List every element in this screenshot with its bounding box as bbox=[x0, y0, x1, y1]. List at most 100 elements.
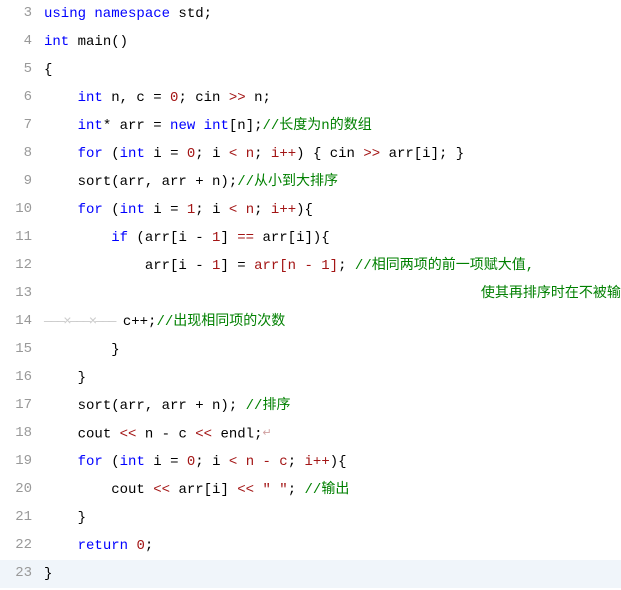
token: ] bbox=[220, 230, 237, 246]
code-line: 7 int* arr = new int[n];//长度为n的数组 bbox=[0, 112, 621, 140]
token: << bbox=[153, 482, 170, 498]
token: < n - c bbox=[229, 454, 288, 470]
code-line: 5{ bbox=[0, 56, 621, 84]
token: * arr = bbox=[103, 118, 170, 134]
code-content: for (int i = 1; i < n; i++){ bbox=[40, 196, 621, 219]
token: arr[n - 1] bbox=[254, 258, 338, 274]
token: int bbox=[78, 90, 103, 106]
token: std; bbox=[170, 6, 212, 22]
token: ) { cin bbox=[296, 146, 363, 162]
code-content: } bbox=[40, 364, 621, 387]
line-number: 22 bbox=[0, 532, 40, 553]
code-content: return 0; bbox=[40, 532, 621, 555]
token: int bbox=[120, 202, 145, 218]
token: (arr[i - bbox=[128, 230, 212, 246]
token: int bbox=[44, 34, 69, 50]
token: i = bbox=[145, 454, 187, 470]
line-number: 19 bbox=[0, 448, 40, 469]
code-content: sort(arr, arr + n);//从小到大排序 bbox=[40, 168, 621, 191]
code-content: int main() bbox=[40, 28, 621, 51]
code-content: ———×———×——— c++;//出现相同项的次数 bbox=[40, 308, 621, 331]
code-line: 23} bbox=[0, 560, 621, 588]
token: int bbox=[120, 454, 145, 470]
token: arr[i] bbox=[170, 482, 237, 498]
code-line: 18 cout << n - c << endl;↵ bbox=[0, 420, 621, 448]
line-number: 16 bbox=[0, 364, 40, 385]
token: for bbox=[78, 202, 103, 218]
token: //从小到大排序 bbox=[237, 174, 338, 190]
code-content: sort(arr, arr + n); //排序 bbox=[40, 392, 621, 415]
token: ; i bbox=[195, 146, 229, 162]
token: ; cin bbox=[178, 90, 228, 106]
token: //出现相同项的次数 bbox=[156, 314, 285, 330]
token: ; bbox=[288, 454, 305, 470]
code-line: 12 arr[i - 1] = arr[n - 1]; //相同两项的前一项赋大… bbox=[0, 252, 621, 280]
code-line: 19 for (int i = 0; i < n - c; i++){ bbox=[0, 448, 621, 476]
code-line: 15 } bbox=[0, 336, 621, 364]
code-content: arr[i - 1] = arr[n - 1]; //相同两项的前一项赋大值, bbox=[40, 252, 621, 275]
code-content: int* arr = new int[n];//长度为n的数组 bbox=[40, 112, 621, 135]
token: } bbox=[111, 342, 119, 358]
code-content: for (int i = 0; i < n; i++) { cin >> arr… bbox=[40, 140, 621, 163]
token: ; bbox=[254, 146, 271, 162]
line-number: 6 bbox=[0, 84, 40, 105]
code-content: for (int i = 0; i < n - c; i++){ bbox=[40, 448, 621, 471]
token: cout bbox=[111, 482, 153, 498]
token: ( bbox=[103, 146, 120, 162]
token: ; bbox=[145, 538, 153, 554]
code-line: 17 sort(arr, arr + n); //排序 bbox=[0, 392, 621, 420]
token: int bbox=[120, 146, 145, 162]
fold-marker-icon[interactable]: ———×———×——— bbox=[44, 314, 114, 330]
code-line: 6 int n, c = 0; cin >> n; bbox=[0, 84, 621, 112]
token: main() bbox=[69, 34, 128, 50]
token: //长度为n的数组 bbox=[263, 118, 372, 134]
code-line: 13 使其再排序时在不被输出的区域 bbox=[0, 280, 621, 308]
token: >> bbox=[363, 146, 380, 162]
line-number: 15 bbox=[0, 336, 40, 357]
line-break-icon: ↵ bbox=[262, 428, 271, 440]
token: 使其再排序时在不被输出的区域 bbox=[44, 286, 621, 302]
token: << bbox=[120, 427, 137, 443]
line-number: 20 bbox=[0, 476, 40, 497]
token: cout bbox=[78, 427, 120, 443]
code-line: 8 for (int i = 0; i < n; i++) { cin >> a… bbox=[0, 140, 621, 168]
code-line: 20 cout << arr[i] << " "; //输出 bbox=[0, 476, 621, 504]
token: { bbox=[44, 62, 52, 78]
code-content: { bbox=[40, 56, 621, 79]
token: < n bbox=[229, 202, 254, 218]
token: ] = bbox=[220, 258, 254, 274]
token: for bbox=[78, 146, 103, 162]
line-number: 4 bbox=[0, 28, 40, 49]
code-content: } bbox=[40, 504, 621, 527]
token: ; i bbox=[195, 202, 229, 218]
code-line: 14———×———×——— c++;//出现相同项的次数 bbox=[0, 308, 621, 336]
token bbox=[195, 118, 203, 134]
token: i++ bbox=[271, 202, 296, 218]
token: //相同两项的前一项赋大值, bbox=[355, 258, 534, 274]
code-content: using namespace std; bbox=[40, 0, 621, 23]
code-line: 21 } bbox=[0, 504, 621, 532]
token: ){ bbox=[296, 202, 313, 218]
code-line: 16 } bbox=[0, 364, 621, 392]
token: ( bbox=[103, 202, 120, 218]
token: ; bbox=[254, 202, 271, 218]
token: ; i bbox=[195, 454, 229, 470]
line-number: 21 bbox=[0, 504, 40, 525]
token: n; bbox=[246, 90, 271, 106]
token: i++ bbox=[305, 454, 330, 470]
code-line: 22 return 0; bbox=[0, 532, 621, 560]
token: i++ bbox=[271, 146, 296, 162]
line-number: 7 bbox=[0, 112, 40, 133]
code-content: 使其再排序时在不被输出的区域 bbox=[40, 280, 621, 303]
token: << bbox=[195, 427, 212, 443]
token: arr[i - bbox=[145, 258, 212, 274]
token: [n]; bbox=[229, 118, 263, 134]
token: >> bbox=[229, 90, 246, 106]
token: //排序 bbox=[246, 398, 291, 414]
code-content: int n, c = 0; cin >> n; bbox=[40, 84, 621, 107]
token: return bbox=[78, 538, 128, 554]
token: ; bbox=[338, 258, 355, 274]
code-viewer: 3using namespace std;4int main()5{6 int … bbox=[0, 0, 621, 588]
code-line: 9 sort(arr, arr + n);//从小到大排序 bbox=[0, 168, 621, 196]
token: //输出 bbox=[305, 482, 350, 498]
